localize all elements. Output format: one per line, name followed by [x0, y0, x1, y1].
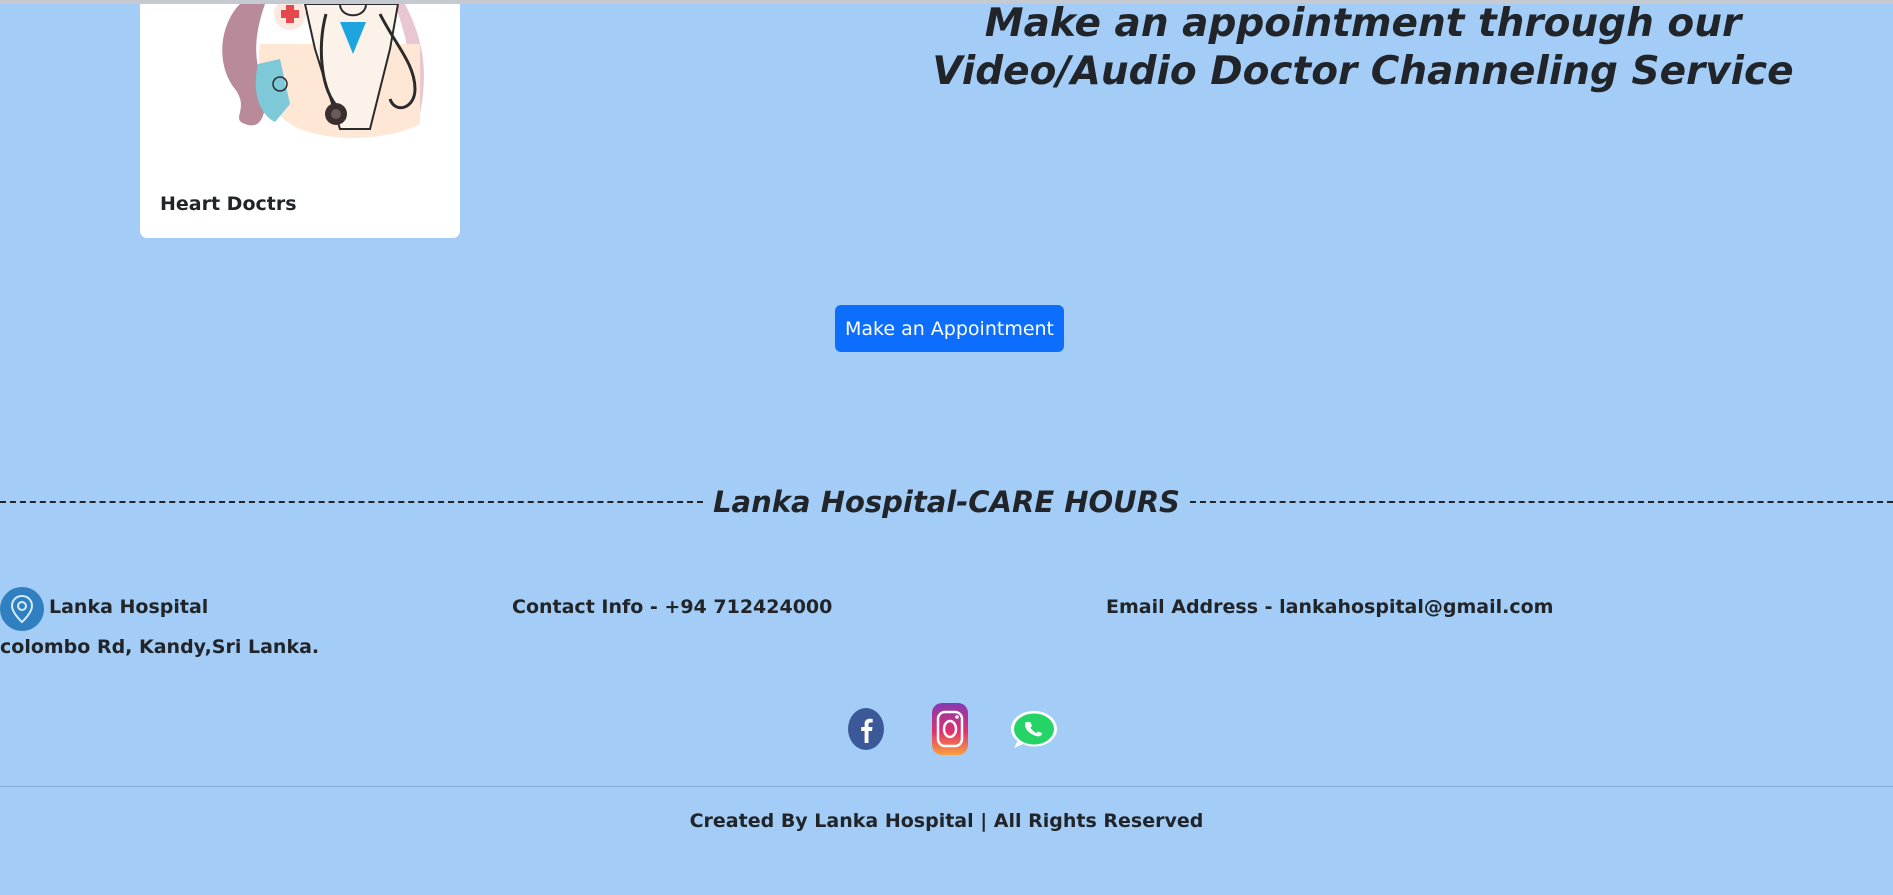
contact-phone: Contact Info - +94 712424000 — [512, 596, 833, 618]
doctor-card[interactable]: Heart Doctrs — [140, 4, 460, 238]
divider-left — [0, 501, 704, 503]
whatsapp-icon[interactable] — [1006, 700, 1062, 758]
hospital-name: Lanka Hospital — [49, 596, 209, 618]
headline-line-2: Video/Audio Doctor Channeling Service — [932, 49, 1794, 94]
page-headline: Make an appointment through our Video/Au… — [870, 0, 1856, 96]
contact-email: Email Address - lankahospital@gmail.com — [1106, 596, 1554, 618]
care-hours-heading: Lanka Hospital-CARE HOURS — [0, 482, 1893, 522]
footer-copyright: Created By Lanka Hospital | All Rights R… — [689, 810, 1204, 832]
footer-divider — [0, 786, 1893, 787]
map-pin-icon — [0, 587, 44, 631]
headline-line-1: Make an appointment through our — [984, 1, 1742, 46]
card-title: Heart Doctrs — [160, 193, 297, 215]
make-appointment-button[interactable]: Make an Appointment — [835, 305, 1064, 352]
facebook-icon[interactable] — [843, 700, 889, 758]
hospital-address: colombo Rd, Kandy,Sri Lanka. — [0, 636, 320, 658]
divider-right — [1189, 501, 1893, 503]
instagram-icon[interactable] — [930, 700, 970, 758]
care-hours-title: Lanka Hospital-CARE HOURS — [713, 485, 1180, 519]
doctor-illustration — [222, 4, 425, 139]
